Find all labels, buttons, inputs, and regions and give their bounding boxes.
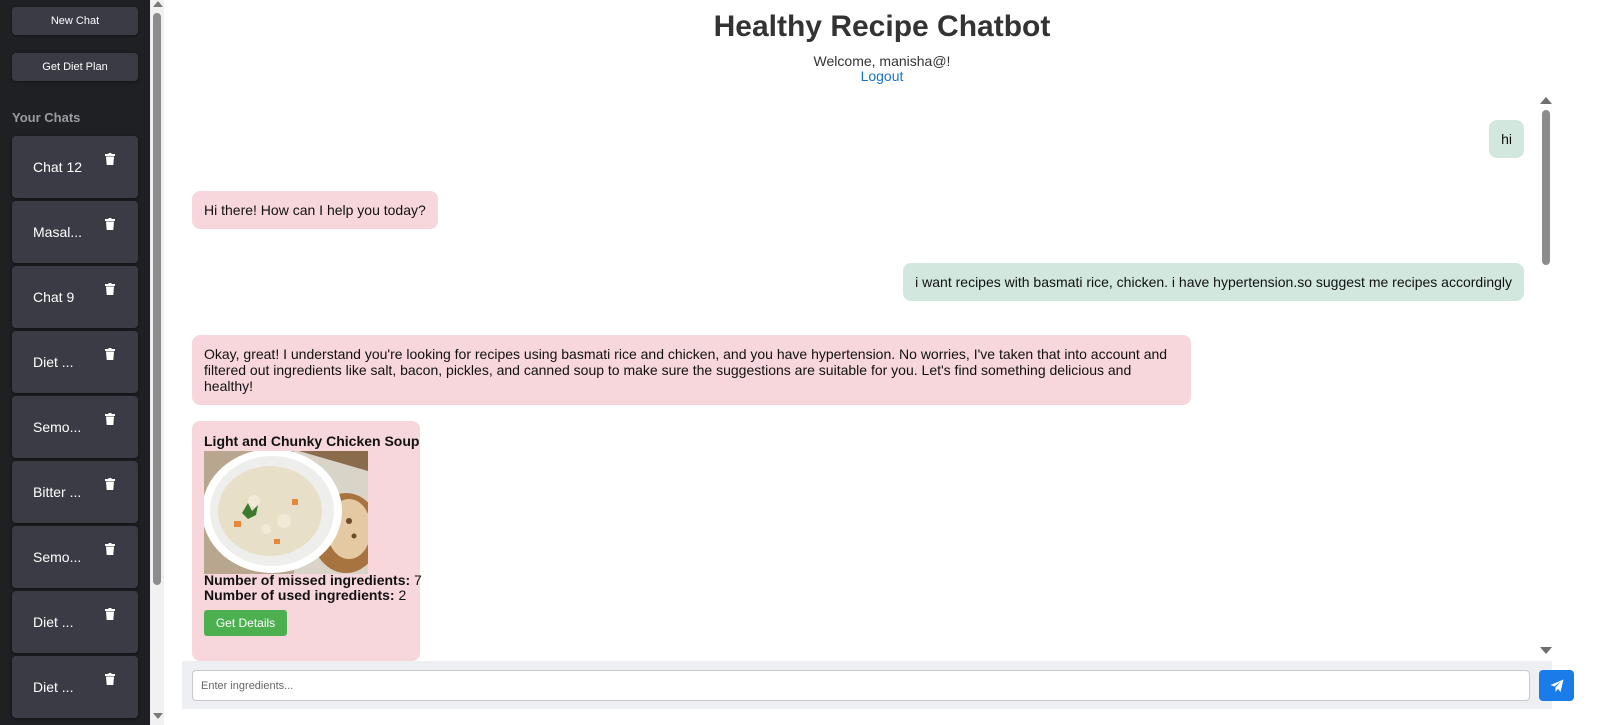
get-diet-plan-button[interactable]: Get Diet Plan <box>12 53 138 81</box>
missed-ingredients-value: 7 <box>414 572 422 588</box>
bot-message: Hi there! How can I help you today? <box>192 191 438 229</box>
chat-item[interactable]: Masal... <box>12 201 138 263</box>
send-button[interactable] <box>1539 670 1574 701</box>
sidebar-scroll-up-arrow-icon[interactable] <box>153 1 163 7</box>
chat-scrollbar-thumb[interactable] <box>1542 110 1550 265</box>
trash-icon[interactable] <box>105 413 115 425</box>
used-ingredients-line: Number of used ingredients: 2 <box>204 587 406 603</box>
chat-item-label: Semo... <box>33 419 82 435</box>
recipe-image <box>204 451 368 574</box>
trash-icon[interactable] <box>105 348 115 360</box>
chat-item[interactable]: Diet ... <box>12 331 138 393</box>
chat-messages[interactable]: hi Hi there! How can I help you today? i… <box>182 95 1552 661</box>
logout-link[interactable]: Logout <box>164 68 1600 84</box>
missed-ingredients-label: Number of missed ingredients: <box>204 572 411 588</box>
trash-icon[interactable] <box>105 543 115 555</box>
trash-icon[interactable] <box>105 608 115 620</box>
user-message: hi <box>1489 120 1524 158</box>
chat-item[interactable]: Diet ... <box>12 656 138 718</box>
recipe-title: Light and Chunky Chicken Soup <box>204 433 420 449</box>
chat-item-label: Diet ... <box>33 354 74 370</box>
chat-item-label: Semo... <box>33 549 82 565</box>
welcome-text: Welcome, manisha@! <box>813 53 951 69</box>
chat-item-label: Bitter ... <box>33 484 82 500</box>
chat-scroll-up-arrow-icon[interactable] <box>1540 97 1552 104</box>
chat-item-label: Chat 12 <box>33 159 83 175</box>
chat-item[interactable]: Chat 9 <box>12 266 138 328</box>
sidebar: New Chat Get Diet Plan Your Chats Chat 1… <box>0 0 150 725</box>
chat-item-label: Diet ... <box>33 679 74 695</box>
chat-item[interactable]: Semo... <box>12 396 138 458</box>
trash-icon[interactable] <box>105 283 115 295</box>
your-chats-heading: Your Chats <box>12 110 81 125</box>
used-ingredients-label: Number of used ingredients: <box>204 587 395 603</box>
chat-item[interactable]: Diet ... <box>12 591 138 653</box>
message-input-bar <box>182 661 1574 709</box>
chat-scroll-down-arrow-icon[interactable] <box>1540 647 1552 654</box>
bot-message: Okay, great! I understand you're looking… <box>192 335 1191 405</box>
used-ingredients-value: 2 <box>398 587 407 603</box>
chat-item-label: Diet ... <box>33 614 74 630</box>
chat-item-label: Masal... <box>33 224 83 240</box>
sidebar-scroll-down-arrow-icon[interactable] <box>153 713 163 719</box>
paper-plane-icon <box>1550 679 1563 692</box>
get-details-button[interactable]: Get Details <box>204 610 287 636</box>
missed-ingredients-line: Number of missed ingredients: 7 <box>204 572 422 588</box>
trash-icon[interactable] <box>105 673 115 685</box>
ingredients-input[interactable] <box>192 670 1530 701</box>
chat-item[interactable]: Chat 12 <box>12 136 138 198</box>
sidebar-scrollbar-thumb[interactable] <box>153 13 161 585</box>
trash-icon[interactable] <box>105 218 115 230</box>
new-chat-button[interactable]: New Chat <box>12 7 138 35</box>
trash-icon[interactable] <box>105 478 115 490</box>
chat-item[interactable]: Semo... <box>12 526 138 588</box>
recipe-card: Light and Chunky Chicken Soup Number of … <box>192 421 422 661</box>
user-message: i want recipes with basmati rice, chicke… <box>903 263 1524 301</box>
page-title: Healthy Recipe Chatbot <box>713 10 1051 43</box>
trash-icon[interactable] <box>105 153 115 165</box>
chat-item[interactable]: Bitter ... <box>12 461 138 523</box>
chat-item-label: Chat 9 <box>33 289 75 305</box>
